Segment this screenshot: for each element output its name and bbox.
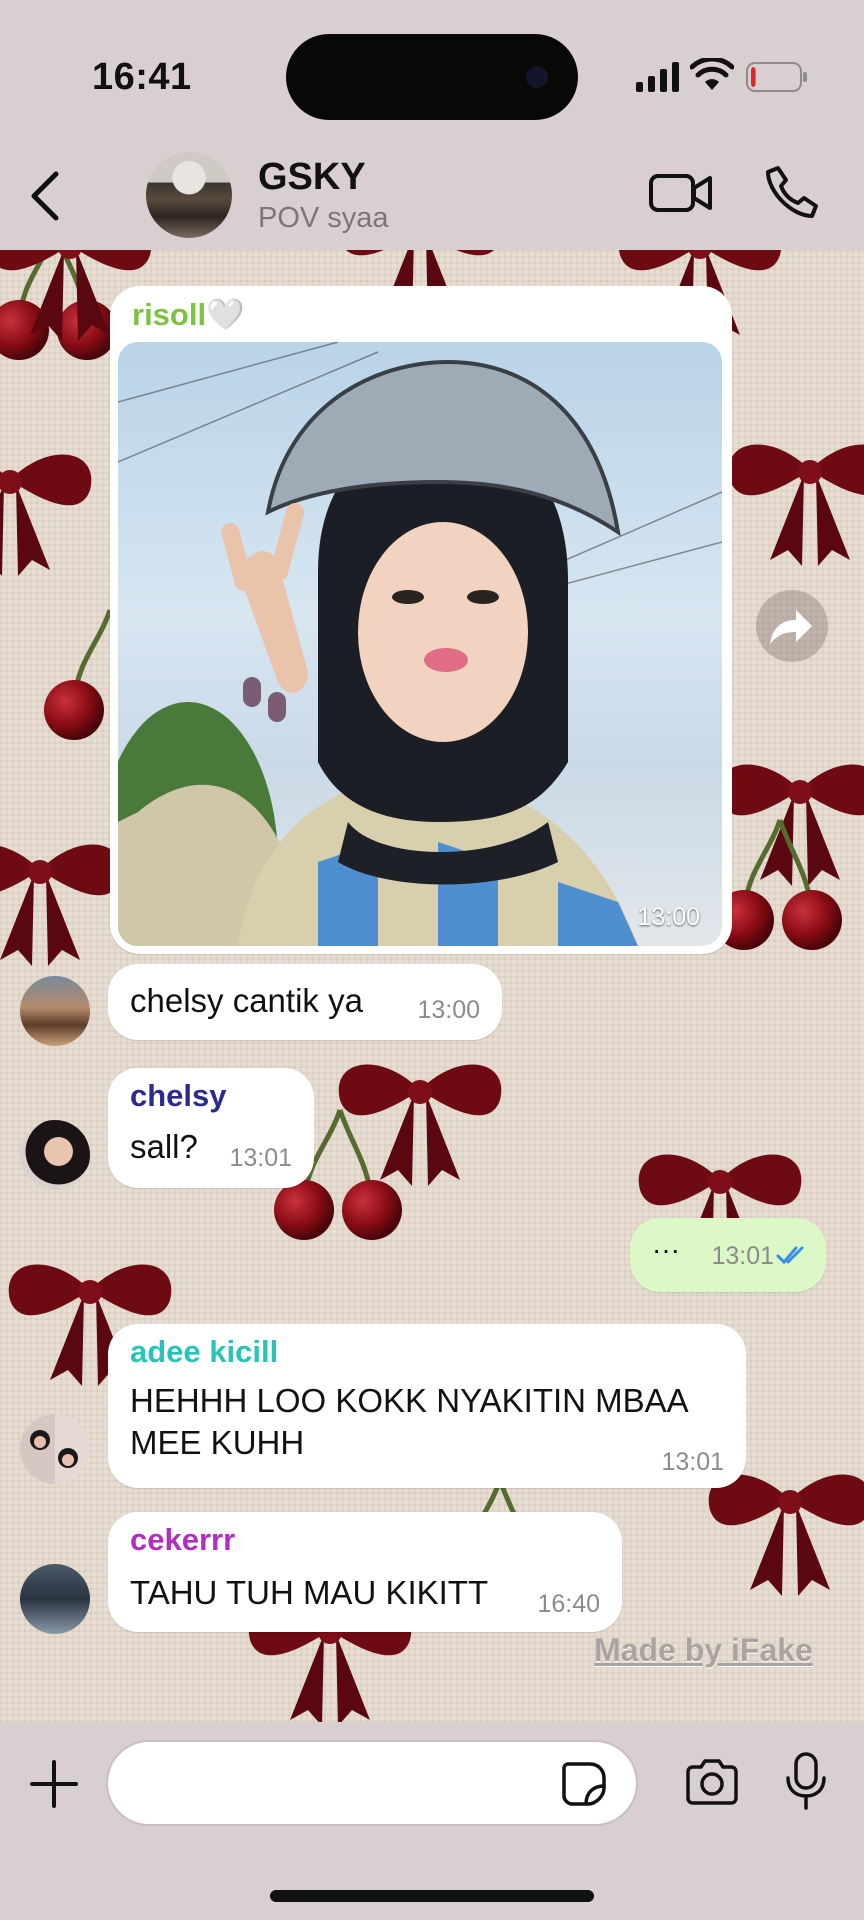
chat-header: GSKY POV syaa xyxy=(0,150,864,250)
selfie-photo-illustration xyxy=(118,342,722,946)
plus-icon[interactable] xyxy=(28,1758,80,1810)
message-bubble[interactable]: adee kicill HEHHH LOO KOKK NYAKITIN MBAA… xyxy=(108,1324,746,1488)
dynamic-island xyxy=(286,34,578,120)
message-time: 13:00 xyxy=(417,996,480,1024)
shared-photo[interactable]: 13:00 xyxy=(118,342,722,946)
sender-name[interactable]: cekerrr xyxy=(130,1522,235,1558)
message-time: 13:00 xyxy=(637,903,700,931)
message-time: 13:01 xyxy=(661,1448,724,1476)
video-call-icon[interactable] xyxy=(648,168,714,218)
watermark: Made by iFake xyxy=(594,1632,813,1668)
sender-avatar-risoll[interactable] xyxy=(20,976,90,1046)
camera-icon[interactable] xyxy=(684,1758,740,1806)
battery-icon xyxy=(746,62,807,92)
outgoing-message-bubble[interactable]: ··· 13:01 xyxy=(630,1218,826,1292)
wifi-icon xyxy=(690,58,734,90)
forward-icon[interactable] xyxy=(756,590,828,662)
status-time: 16:41 xyxy=(92,56,192,98)
image-message-bubble[interactable]: risoll🤍 13:00 xyxy=(110,286,732,954)
microphone-icon[interactable] xyxy=(784,1752,828,1810)
message-text: ··· xyxy=(652,1234,680,1265)
message-time: 16:40 xyxy=(537,1590,600,1618)
sender-avatar-cekerrr[interactable] xyxy=(20,1564,90,1634)
double-check-icon xyxy=(776,1246,804,1265)
group-name[interactable]: GSKY xyxy=(258,156,366,199)
sender-avatar-chelsy[interactable] xyxy=(20,1120,90,1190)
message-bubble[interactable]: chelsy sall? 13:01 xyxy=(108,1068,314,1188)
group-subtitle[interactable]: POV syaa xyxy=(258,202,389,235)
message-text: sall? xyxy=(130,1128,198,1165)
sender-avatar-adee[interactable] xyxy=(20,1414,90,1484)
sticker-icon[interactable] xyxy=(560,1760,608,1808)
message-text-line: HEHHH LOO KOKK NYAKITIN MBAA xyxy=(130,1382,689,1419)
message-text-line: MEE KUHH xyxy=(130,1424,305,1461)
message-text: TAHU TUH MAU KIKITT xyxy=(130,1574,489,1611)
phone-call-icon[interactable] xyxy=(764,164,820,220)
cellular-signal-icon xyxy=(636,62,679,92)
group-avatar[interactable] xyxy=(146,152,232,238)
message-input[interactable] xyxy=(106,1740,638,1826)
status-bar: 16:41 xyxy=(0,0,864,150)
sender-name[interactable]: chelsy xyxy=(130,1078,227,1114)
home-indicator[interactable] xyxy=(270,1890,594,1902)
sender-name[interactable]: risoll🤍 xyxy=(132,296,245,333)
message-time: 13:01 xyxy=(229,1144,292,1172)
message-bubble[interactable]: cekerrr TAHU TUH MAU KIKITT 16:40 xyxy=(108,1512,622,1632)
message-text: chelsy cantik ya xyxy=(130,982,363,1019)
sender-name[interactable]: adee kicill xyxy=(130,1334,278,1370)
message-bubble[interactable]: chelsy cantik ya 13:00 xyxy=(108,964,502,1040)
chat-area[interactable]: risoll🤍 13:00 chelsy cantik ya 13:00 che… xyxy=(0,250,864,1722)
input-bar xyxy=(0,1722,864,1920)
back-chevron-icon[interactable] xyxy=(18,166,78,226)
message-time: 13:01 xyxy=(711,1242,774,1270)
camera-dot xyxy=(526,66,548,88)
